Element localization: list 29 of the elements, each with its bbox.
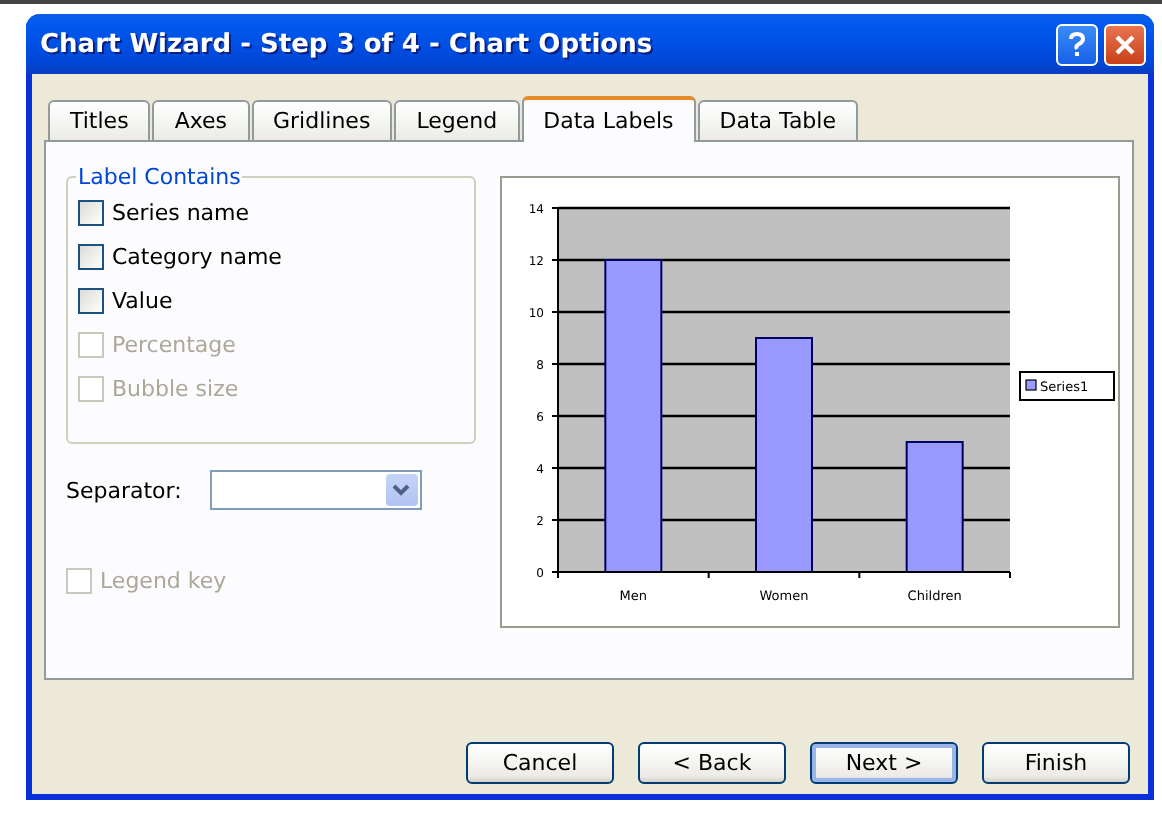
window-title: Chart Wizard - Step 3 of 4 - Chart Options (40, 29, 655, 59)
checkbox-label: Category name (112, 243, 282, 269)
tab[interactable]: Data Table (697, 100, 858, 140)
checkbox[interactable] (78, 199, 104, 225)
group-title: Label Contains (76, 164, 243, 190)
tab[interactable]: Axes (152, 100, 250, 140)
wizard-button[interactable]: Next > (810, 742, 958, 784)
checkbox-label: Bubble size (112, 375, 239, 401)
separator-dropdown[interactable] (209, 470, 422, 510)
close-icon (1114, 33, 1136, 55)
tab[interactable]: Legend (394, 100, 520, 140)
wizard-button[interactable]: Cancel (466, 742, 614, 784)
wizard-button[interactable]: Finish (982, 742, 1130, 784)
checkbox-label: Percentage (112, 331, 236, 357)
checkbox[interactable] (78, 287, 104, 313)
legend (1019, 371, 1115, 401)
tab[interactable]: Data Labels (521, 96, 696, 142)
tab[interactable]: Titles (48, 100, 151, 140)
checkbox[interactable] (78, 243, 104, 269)
checkbox-label: Series name (112, 199, 250, 225)
tab[interactable]: Gridlines (251, 100, 393, 140)
question-mark-icon (1068, 31, 1086, 57)
help-button[interactable] (1056, 23, 1098, 65)
separator-label: Separator: (66, 477, 182, 503)
wizard-button[interactable]: < Back (638, 742, 786, 784)
chevron-down-icon (392, 484, 411, 496)
checkbox-label: Legend key (100, 567, 227, 593)
close-button[interactable] (1104, 23, 1146, 65)
checkbox-label: Value (112, 287, 173, 313)
